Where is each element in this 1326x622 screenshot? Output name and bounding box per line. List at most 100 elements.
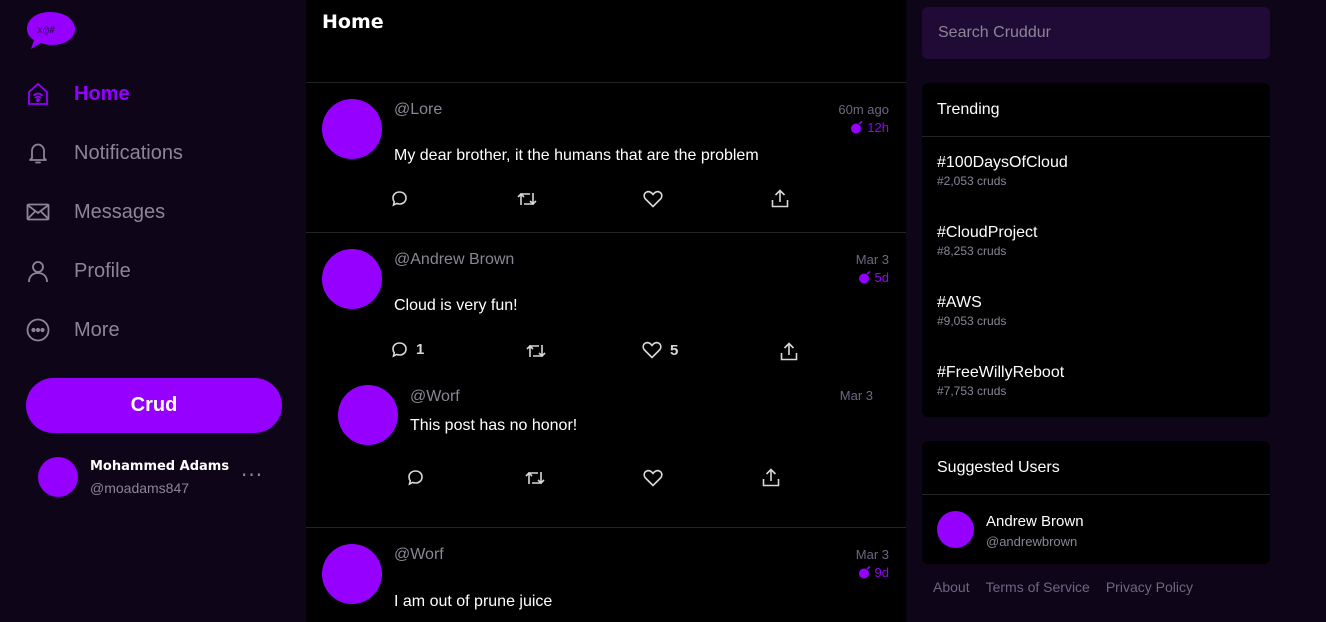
suggested-user-handle: @andrewbrown	[986, 534, 1078, 549]
trend-item[interactable]: #100DaysOfCloud #2,053 cruds	[937, 154, 1068, 188]
bomb-icon	[858, 566, 871, 579]
like-button[interactable]: 5	[642, 341, 678, 359]
footer-link-about[interactable]: About	[933, 579, 970, 595]
sidebar-item-notifications[interactable]: Notifications	[26, 133, 183, 173]
suggested-users-title: Suggested Users	[922, 441, 1270, 495]
repost-icon	[525, 471, 545, 485]
trend-item[interactable]: #FreeWillyReboot #7,753 cruds	[937, 364, 1064, 398]
suggested-user-name[interactable]: Andrew Brown	[986, 513, 1084, 530]
trend-tag: #AWS	[937, 294, 982, 311]
share-button[interactable]	[771, 189, 789, 208]
sidebar-item-home[interactable]: Home	[26, 74, 130, 114]
repost-button[interactable]	[525, 469, 553, 487]
reply-icon	[392, 191, 407, 207]
activity-handle[interactable]: @Worf	[394, 546, 444, 564]
right-sidebar: Trending #100DaysOfCloud #2,053 cruds #C…	[906, 0, 1326, 622]
activity-expires-label: 9d	[874, 565, 889, 580]
sidebar-item-label: Home	[74, 82, 130, 105]
person-icon	[26, 259, 50, 283]
activity-item[interactable]: @Andrew Brown Mar 3 5d Cloud is very fun…	[306, 233, 906, 527]
repost-button[interactable]	[517, 190, 545, 208]
reply-button[interactable]: 1	[391, 341, 424, 358]
search-input[interactable]	[922, 7, 1270, 59]
avatar[interactable]	[338, 385, 398, 445]
footer-links: About Terms of Service Privacy Policy	[933, 579, 1193, 595]
like-count: 5	[670, 341, 679, 359]
activity-handle[interactable]: @Lore	[394, 101, 442, 119]
sidebar-item-profile[interactable]: Profile	[26, 251, 131, 291]
trend-count: #7,753 cruds	[937, 384, 1007, 398]
bomb-icon	[858, 271, 871, 284]
home-icon	[26, 82, 50, 106]
activity-message: This post has no honor!	[410, 417, 578, 434]
activity-item[interactable]: @Worf Mar 3 9d I am out of prune juice	[306, 528, 906, 622]
avatar[interactable]	[322, 249, 382, 309]
activity-expires-label: 5d	[874, 270, 889, 285]
activity-created-at: Mar 3	[855, 547, 889, 562]
reply-icon	[408, 470, 423, 486]
activity-expires: 5d	[858, 270, 889, 285]
avatar	[38, 457, 78, 497]
repost-icon	[517, 192, 537, 206]
sidebar-item-label: Profile	[74, 259, 131, 282]
share-icon	[780, 342, 798, 361]
more-circle-icon	[26, 318, 50, 342]
sidebar-item-more[interactable]: More	[26, 310, 120, 350]
activity-handle[interactable]: @Worf	[410, 388, 460, 406]
activity-created-at: Mar 3	[855, 252, 889, 267]
trending-title: Trending	[922, 83, 1270, 137]
sidebar-item-label: More	[74, 318, 120, 341]
trend-tag: #CloudProject	[937, 224, 1038, 241]
trending-panel: Trending #100DaysOfCloud #2,053 cruds #C…	[922, 83, 1270, 417]
suggested-users-panel: Suggested Users Andrew Brown @andrewbrow…	[922, 441, 1270, 564]
activity-created-at: Mar 3	[839, 388, 873, 403]
trend-item[interactable]: #CloudProject #8,253 cruds	[937, 224, 1038, 258]
share-button[interactable]	[762, 468, 780, 487]
avatar[interactable]	[322, 544, 382, 604]
activity-expires-label: 12h	[867, 120, 889, 135]
activity-message: I am out of prune juice	[394, 593, 553, 610]
more-dots-icon[interactable]: ···	[241, 463, 263, 487]
heart-icon	[643, 190, 663, 208]
activity-item[interactable]: @Lore 60m ago 12h My dear brother, it th…	[306, 83, 906, 233]
reply-button[interactable]	[407, 469, 432, 486]
reply-count: 1	[416, 341, 425, 358]
feed-header: Home	[306, 0, 906, 83]
sidebar-item-messages[interactable]: Messages	[26, 192, 165, 232]
profile-name: Mohammed Adams	[90, 459, 230, 474]
activity-created-at: 60m ago	[838, 102, 889, 117]
speech-bubble-logo-icon[interactable]: x@#	[26, 10, 76, 50]
avatar[interactable]	[322, 99, 382, 159]
like-button[interactable]	[643, 469, 671, 487]
activity-message: Cloud is very fun!	[394, 297, 518, 314]
footer-link-terms[interactable]: Terms of Service	[986, 579, 1090, 595]
trend-count: #8,253 cruds	[937, 244, 1007, 258]
sidebar-item-label: Messages	[74, 200, 166, 223]
heart-icon	[642, 341, 662, 359]
crud-button[interactable]: Crud	[26, 378, 282, 433]
reply-button[interactable]	[391, 190, 416, 207]
current-user-profile[interactable]: Mohammed Adams @moadams847 ···	[38, 457, 278, 497]
footer-link-privacy[interactable]: Privacy Policy	[1106, 579, 1193, 595]
repost-button[interactable]	[526, 342, 554, 360]
profile-handle: @moadams847	[90, 480, 190, 496]
home-feed: Home @Lore 60m ago 12h My dear brother, …	[306, 0, 906, 622]
repost-icon	[526, 344, 546, 358]
svg-text:x@#: x@#	[37, 25, 55, 36]
activity-message: My dear brother, it the humans that are …	[394, 147, 759, 164]
trend-tag: #FreeWillyReboot	[937, 364, 1065, 381]
reply-item[interactable]: @Worf Mar 3 This post has no honor!	[306, 383, 906, 493]
activity-expires: 12h	[850, 120, 889, 135]
like-button[interactable]	[643, 190, 671, 208]
reply-icon	[392, 342, 407, 358]
avatar[interactable]	[937, 511, 974, 548]
heart-icon	[643, 469, 663, 487]
trend-tag: #100DaysOfCloud	[937, 154, 1068, 171]
share-icon	[762, 468, 780, 487]
trend-count: #2,053 cruds	[937, 174, 1007, 188]
activity-handle[interactable]: @Andrew Brown	[394, 251, 514, 269]
trend-item[interactable]: #AWS #9,053 cruds	[937, 294, 1006, 328]
share-button[interactable]	[780, 342, 798, 361]
bomb-icon	[851, 121, 863, 134]
left-sidebar: x@# Home Notifications Messages Profile …	[0, 0, 306, 622]
